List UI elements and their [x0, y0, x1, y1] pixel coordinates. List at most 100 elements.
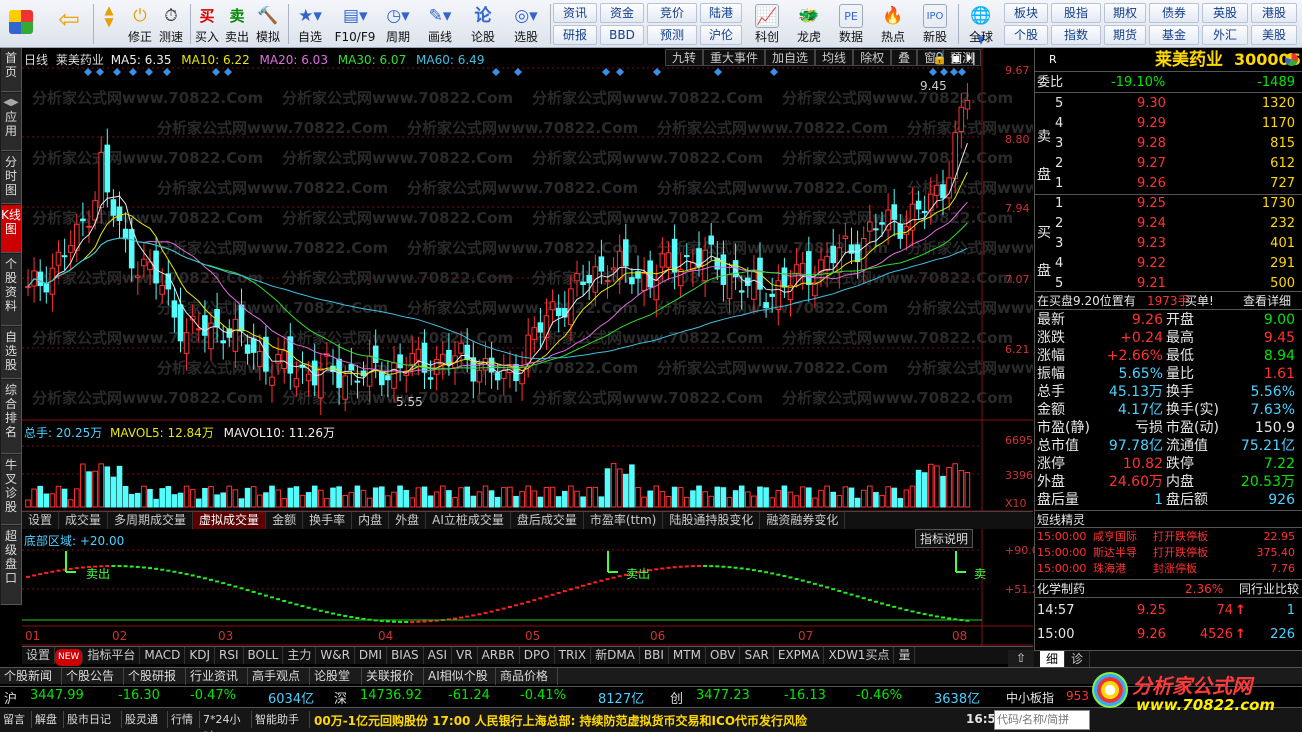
- vol-tab[interactable]: 陆股通持股变化: [663, 512, 761, 529]
- pill-us-stocks[interactable]: 美股: [1251, 25, 1297, 45]
- vol-tab[interactable]: 市盈率(ttm): [584, 512, 664, 529]
- pill-stock-index-futures[interactable]: 股指: [1051, 3, 1101, 23]
- bottom-tab[interactable]: AI相似个股: [424, 668, 496, 685]
- bottom-tab[interactable]: 个股研报: [124, 668, 186, 685]
- indicator-tab[interactable]: 量: [894, 647, 916, 664]
- pill-uk-stocks[interactable]: 英股: [1202, 3, 1248, 23]
- scroll-up-icon[interactable]: ⇧: [1008, 650, 1034, 667]
- kline-chart-area[interactable]: 分析家公式网www.70822.Com 分析家公式网www.70822.Com 分析…: [22, 48, 1046, 666]
- vol-tab[interactable]: 金额: [266, 512, 304, 529]
- pill-stock[interactable]: 个股: [1004, 25, 1048, 45]
- draw-button[interactable]: ✎▾ 画线: [420, 2, 460, 46]
- bottom-tab[interactable]: 关联报价: [362, 668, 424, 685]
- pill-forecast[interactable]: 预测: [647, 25, 697, 45]
- indicator-tab[interactable]: XDW1买点: [824, 647, 895, 664]
- bottom-tab[interactable]: 个股新闻: [0, 668, 62, 685]
- indicator-tab[interactable]: BBI: [640, 647, 669, 664]
- pill-futures[interactable]: 期货: [1104, 25, 1146, 45]
- nav-ranking[interactable]: 综合排名: [1, 380, 21, 454]
- indicator-tab[interactable]: EXPMA: [774, 647, 825, 664]
- indicator-help-button[interactable]: 指标说明: [915, 529, 974, 548]
- news-ticker[interactable]: 00万-1亿元回购股份 17:00 人民银行上海总部: 持续防范虚拟货币交易和I…: [314, 712, 807, 729]
- vol-tab[interactable]: AI立桩成交量: [426, 512, 511, 529]
- select-stock-button[interactable]: ◎▾ 选股: [506, 2, 546, 46]
- star-board-button[interactable]: 📈 科创: [748, 2, 786, 46]
- vol-tab[interactable]: 内盘: [352, 512, 390, 529]
- nav-stock-profile[interactable]: 个股资料: [1, 254, 21, 326]
- bottom-tab[interactable]: 论股堂: [310, 668, 362, 685]
- indicator-tab[interactable]: RSI: [215, 647, 244, 664]
- dragon-tiger-button[interactable]: 🐲 龙虎: [790, 2, 828, 46]
- sell-button[interactable]: 卖卖出: [223, 2, 251, 46]
- ask-row[interactable]: 4 9.29 1170: [1035, 114, 1302, 134]
- small-board-index[interactable]: 中小板指: [1006, 689, 1054, 706]
- simulate-button[interactable]: 🔨 模拟: [253, 2, 283, 46]
- industry-compare-button[interactable]: 同行业比较: [1239, 580, 1299, 599]
- indicator-tab[interactable]: VR: [452, 647, 478, 664]
- nav-diagnose[interactable]: 牛叉诊股: [1, 455, 21, 525]
- news-row[interactable]: 15:00:00 咸亨国际 打开跌停板 22.95: [1035, 529, 1302, 545]
- vol-tab[interactable]: 设置: [22, 512, 60, 529]
- bottom-tab[interactable]: 高手观点: [248, 668, 310, 685]
- bid-row[interactable]: 2 9.24 232: [1035, 214, 1302, 234]
- nav-home[interactable]: 首页: [1, 48, 21, 92]
- pill-news[interactable]: 资讯: [553, 3, 597, 23]
- vol-tab[interactable]: 盘后成交量: [511, 512, 584, 529]
- measure-button[interactable]: ⏱ 测速: [156, 2, 186, 46]
- ex-right-button[interactable]: 除权: [853, 49, 892, 66]
- indicator-tab[interactable]: W&R: [316, 647, 355, 664]
- ipo-button[interactable]: IPO 新股: [916, 2, 954, 46]
- indicator-tab[interactable]: SAR: [740, 647, 774, 664]
- vol-tab[interactable]: 虚拟成交量: [193, 512, 267, 529]
- overlay-button[interactable]: 叠: [891, 49, 918, 66]
- pill-sector[interactable]: 板块: [1004, 3, 1048, 23]
- bid-row[interactable]: 4 9.22 291: [1035, 254, 1302, 274]
- status-tab[interactable]: 解盘: [32, 711, 64, 728]
- indicator-tab[interactable]: 主力: [283, 647, 317, 664]
- buy-button[interactable]: 买买入: [193, 2, 221, 46]
- pill-shanghai-london[interactable]: 沪伦: [700, 25, 742, 45]
- modify-button[interactable]: ⏻ 修正: [126, 2, 154, 46]
- indicator-tab[interactable]: 指标平台: [83, 647, 141, 664]
- indicator-tab[interactable]: KDJ: [185, 647, 215, 664]
- status-tab[interactable]: 股市日记: [64, 711, 122, 728]
- pill-hk-stocks[interactable]: 港股: [1251, 3, 1297, 23]
- ask-row[interactable]: 2 9.27 612: [1035, 154, 1302, 174]
- lock-icon[interactable]: 🔒 ▣ ⏵|: [932, 51, 976, 66]
- news-row[interactable]: 15:00:00 斯达半导 打开跌停板 375.40: [1035, 545, 1302, 561]
- pill-bonds[interactable]: 债券: [1149, 3, 1199, 23]
- nav-apps[interactable]: ◀▶ 应用: [1, 93, 21, 151]
- indicator-tab[interactable]: 设置: [22, 647, 56, 664]
- f10-button[interactable]: ▤▾ F10/F9: [332, 2, 378, 46]
- bid-row[interactable]: 1 9.25 1730: [1035, 194, 1302, 214]
- vol-tab[interactable]: 成交量: [59, 512, 109, 529]
- ask-row[interactable]: 1 9.26 727: [1035, 174, 1302, 194]
- indicator-tab[interactable]: NEW: [55, 649, 84, 666]
- bottom-tab[interactable]: 行业资讯: [186, 668, 248, 685]
- nav-kline[interactable]: K线图: [1, 205, 21, 253]
- indicator-tab[interactable]: 新DMA: [591, 647, 640, 664]
- nine-turn-button[interactable]: 九转: [665, 49, 704, 66]
- major-events-button[interactable]: 重大事件: [703, 49, 766, 66]
- status-tab[interactable]: 股灵通: [122, 711, 168, 728]
- news-row[interactable]: 15:00:00 珠海港 封涨停板 7.76: [1035, 561, 1302, 577]
- stock-search-input[interactable]: [994, 710, 1090, 730]
- bottom-tab[interactable]: 个股公告: [62, 668, 124, 685]
- status-tab[interactable]: 留言: [0, 711, 32, 728]
- vol-tab[interactable]: 融资融券变化: [760, 512, 846, 529]
- tab-detail[interactable]: 细: [1040, 651, 1066, 668]
- indicator-tab[interactable]: ARBR: [478, 647, 520, 664]
- indicator-tab[interactable]: BOLL: [244, 647, 284, 664]
- add-watchlist-button[interactable]: 加自选: [765, 49, 816, 66]
- kline-svg[interactable]: 分析家公式网www.70822.Com 分析家公式网www.70822.Com 分析…: [22, 48, 1033, 650]
- ask-row[interactable]: 5 9.30 1320: [1035, 94, 1302, 114]
- pie-icon[interactable]: [1285, 53, 1298, 66]
- ask-row[interactable]: 3 9.28 815: [1035, 134, 1302, 154]
- pill-bbd[interactable]: BBD: [600, 25, 644, 45]
- watchlist-button[interactable]: ★▾ 自选: [292, 2, 328, 46]
- forum-button[interactable]: 论论股: [466, 2, 500, 46]
- pill-fund[interactable]: 资金: [600, 3, 644, 23]
- pill-funds[interactable]: 基金: [1149, 25, 1199, 45]
- bid-row[interactable]: 3 9.23 401: [1035, 234, 1302, 254]
- ma-button[interactable]: 均线: [815, 49, 854, 66]
